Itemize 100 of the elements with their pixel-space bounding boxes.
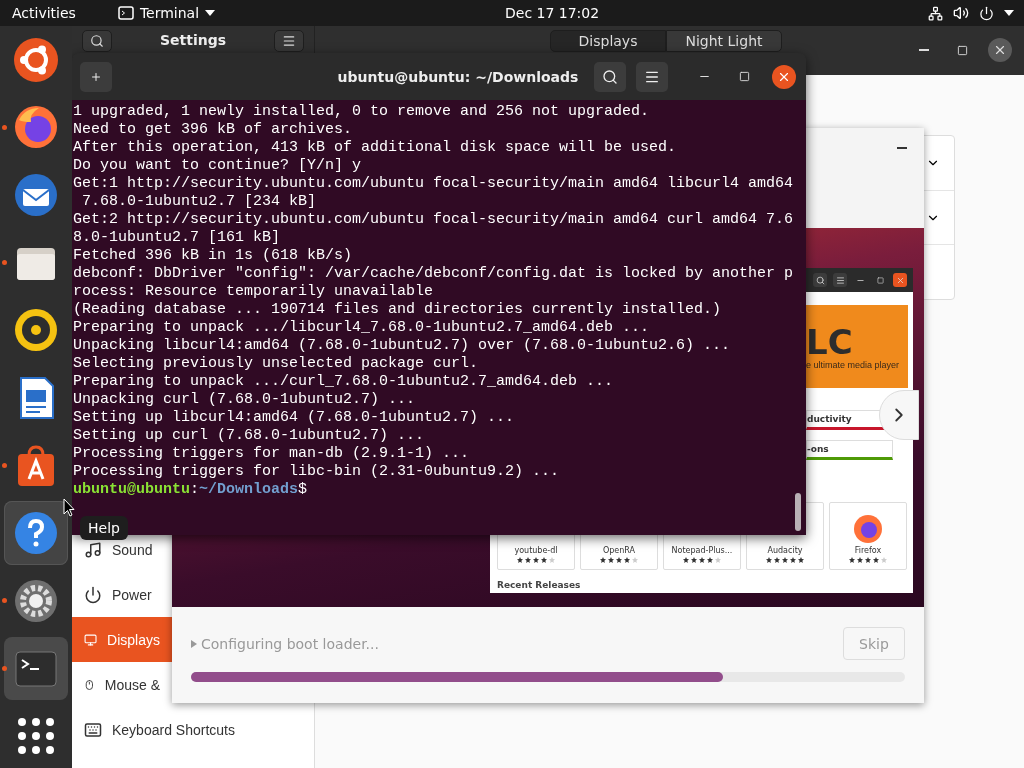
next-button[interactable]	[879, 390, 919, 440]
output-line: (Reading database ... 190714 files and directories currently installed.)	[73, 301, 723, 319]
star-icon	[766, 557, 772, 563]
search-icon	[90, 34, 104, 48]
output-line: Setting up libcurl4:amd64 (7.68.0-1ubuntu2.7) ...	[73, 409, 516, 427]
music-note-icon	[84, 540, 102, 559]
output-line: Selecting previously unselected package curl.	[73, 355, 480, 373]
output-line: Preparing to unpack .../curl_7.68.0-1ubuntu2.7_amd64.deb ...	[73, 373, 615, 391]
star-icon	[707, 557, 713, 563]
star-icon	[849, 557, 855, 563]
output-line: Unpacking libcurl4:amd64 (7.68.0-1ubuntu2.7) over (7.68.0-1ubuntu2.6) ...	[73, 337, 732, 355]
fox-globe-icon	[13, 104, 59, 151]
cursor-icon	[63, 498, 75, 518]
window-title: ubuntu@ubuntu: ~/Downloads	[336, 68, 580, 85]
tab[interactable]: Displays	[550, 30, 666, 52]
sidebar-item[interactable]: Displays	[72, 617, 172, 662]
fox-globe-icon	[853, 514, 883, 544]
star-icon	[632, 557, 638, 563]
output-line: Processing triggers for libc-bin (2.31-0ubuntu9.2) ...	[73, 463, 561, 481]
output-line: Get:2 http://security.ubuntu.com/ubuntu focal-security/main amd64 curl amd64 7.6	[73, 211, 795, 229]
output-line: Setting up curl (7.68.0-1ubuntu2.7) ...	[73, 427, 426, 445]
terminal-icon	[117, 6, 134, 20]
minimize-icon	[897, 147, 907, 149]
output-line: Processing triggers for man-db (2.9.1-1) ...	[73, 445, 471, 463]
star-icon	[873, 557, 879, 563]
help-icon	[13, 510, 59, 557]
output-line: Get:1 http://security.ubuntu.com/ubuntu focal-security/main amd64 libcurl4 amd64	[73, 175, 795, 193]
output-line: After this operation, 413 kB of additional disk space will be used.	[73, 139, 678, 157]
output-line: rocess: Resource temporarily unavailable	[73, 283, 435, 301]
star-icon	[549, 557, 555, 563]
star-icon	[600, 557, 606, 563]
app-menu[interactable]: Terminal	[117, 5, 216, 21]
banner-subtitle: e ultimate media player	[806, 359, 900, 370]
sidebar-item[interactable]: Mouse &	[72, 662, 172, 707]
star-icon	[782, 557, 788, 563]
clock[interactable]: Dec 17 17:02	[505, 5, 600, 21]
caret-icon[interactable]	[1004, 10, 1014, 16]
maximize-icon	[738, 71, 750, 82]
expander-icon	[191, 639, 197, 648]
sidebar-item[interactable]: Power	[72, 572, 172, 617]
output-line: 8.0-1ubuntu2.7 [161 kB]	[73, 229, 282, 247]
app-tile: Firefox	[829, 502, 907, 570]
menu-icon	[282, 34, 296, 48]
menu-button[interactable]	[274, 30, 304, 52]
star-icon	[691, 557, 697, 563]
maximize-icon	[956, 44, 968, 56]
output-line: Unpacking curl (7.68.0-1ubuntu2.7) ...	[73, 391, 417, 409]
keyboard-icon	[84, 720, 102, 739]
category-tile: -ons	[806, 440, 893, 460]
tab[interactable]: Night Light	[666, 30, 782, 52]
power-icon	[84, 585, 102, 604]
star-icon	[790, 557, 796, 563]
star-icon	[715, 557, 721, 563]
output-line: Fetched 396 kB in 1s (618 kB/s)	[73, 247, 354, 265]
scrollbar[interactable]	[795, 493, 801, 531]
star-icon	[865, 557, 871, 563]
plus-icon	[90, 70, 102, 83]
circle-of-friends-icon	[13, 36, 59, 83]
command-prompt[interactable]: ubuntu@ubuntu:~/Downloads$	[73, 481, 805, 499]
output-line: Preparing to unpack .../libcurl4_7.68.0-1ubuntu2.7_amd64.deb ...	[73, 319, 651, 337]
new-tab-button[interactable]	[80, 61, 112, 92]
search-button[interactable]	[82, 30, 112, 52]
output-line: Do you want to continue? [Y/n] y	[73, 157, 363, 175]
bird-envelope-icon	[13, 172, 59, 219]
star-icon	[683, 557, 689, 563]
volume-icon[interactable]	[953, 5, 969, 21]
star-icon	[774, 557, 780, 563]
star-icon	[525, 557, 531, 563]
star-icon	[616, 557, 622, 563]
star-icon	[798, 557, 804, 563]
banner-title: LC	[806, 323, 853, 360]
output-line: debconf: DbDriver "config": /var/cache/debconf/config.dat is locked by another p	[73, 265, 795, 283]
star-icon	[857, 557, 863, 563]
star-icon	[517, 557, 523, 563]
close-button[interactable]	[772, 64, 796, 89]
section-heading: Recent Releases	[497, 580, 582, 590]
window-title: Settings	[159, 31, 227, 50]
output-line: 7.68.0-1ubuntu2.7 [234 kB]	[81, 193, 318, 211]
search-icon	[602, 68, 618, 85]
star-icon	[699, 557, 705, 563]
star-icon	[533, 557, 539, 563]
menu-button[interactable]	[636, 61, 668, 92]
power-icon[interactable]	[979, 5, 994, 21]
maximize-icon	[876, 276, 884, 284]
output-line: Need to get 396 kB of archives.	[73, 121, 354, 139]
close-button[interactable]	[988, 38, 1012, 62]
network-icon[interactable]	[928, 5, 943, 21]
star-icon	[624, 557, 630, 563]
dock-item[interactable]	[4, 501, 68, 566]
output-line: 1 upgraded, 1 newly installed, 0 to remove and 256 not upgraded.	[73, 103, 651, 121]
minimize-icon	[919, 49, 929, 51]
activities-button[interactable]: Activities	[12, 5, 76, 21]
close-icon	[993, 43, 1007, 57]
star-icon	[881, 557, 887, 563]
star-icon	[608, 557, 614, 563]
settings-icon	[13, 577, 59, 624]
speaker-icon	[13, 307, 59, 354]
search-button[interactable]	[594, 61, 626, 92]
star-icon	[541, 557, 547, 563]
sidebar-item[interactable]: Keyboard Shortcuts	[72, 707, 314, 752]
